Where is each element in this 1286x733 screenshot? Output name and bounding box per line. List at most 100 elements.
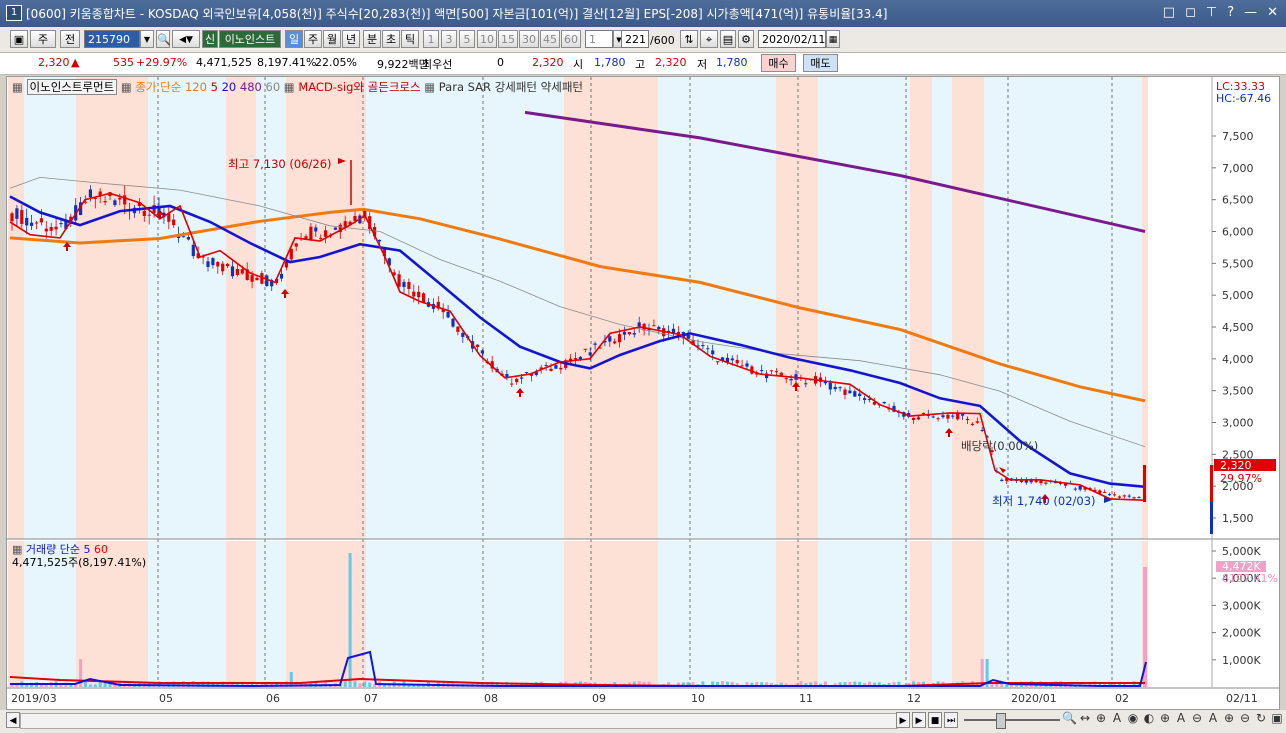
candle-body [735,359,739,364]
legend-ma60[interactable]: 60 [266,80,281,94]
candle-body [20,210,24,224]
tool-icon-4[interactable]: ◉ [1126,711,1140,725]
candle-body [970,423,974,425]
candle-body [314,227,318,232]
candle-body [377,240,382,242]
date-axis-label: 05 [159,692,173,705]
candle-body [407,281,411,289]
tool-icon-8[interactable]: ⊖ [1190,711,1204,725]
candle-body [172,219,176,226]
scroll-right-icon[interactable]: ▶ [912,712,926,728]
legend-stock[interactable]: 이노인스트루먼트 [26,79,118,95]
tool-icon-10[interactable]: ⊕ [1222,711,1236,725]
candle-body [760,370,764,372]
candle-body [1127,495,1131,497]
vol-pct-label: 8197.41% [1222,572,1278,585]
tool-icon-0[interactable]: 🔍 [1062,711,1077,725]
axis-marker-red [1210,465,1213,502]
candle-body [333,227,337,230]
tool-icon-12[interactable]: ↻ [1254,711,1268,725]
candle-body [833,386,837,390]
tool-icon-2[interactable]: ⊕ [1094,711,1108,725]
tool-icon-11[interactable]: ⊖ [1238,711,1252,725]
candle-body [186,237,190,240]
candle-body [221,263,225,272]
candle-body [559,367,563,370]
tool-icon-9[interactable]: A [1206,711,1220,725]
candle-body [921,412,925,414]
candle-body [147,214,151,216]
candle-body [941,415,945,418]
background-bands [8,77,1148,687]
candle-body [123,195,127,205]
volume-axis-label: 3,000K [1222,599,1261,612]
candle-body [191,244,195,257]
scrollbar-track[interactable] [20,713,898,729]
stop-icon[interactable]: ■ [928,712,942,728]
legend-ma20[interactable]: 20 [222,80,237,94]
legend-macd[interactable]: MACD-sig와 골든크로스 [298,80,420,94]
volume-legend-icon: ▦ [12,543,23,556]
zoom-slider[interactable] [964,719,1060,721]
volume-bar [98,681,102,687]
candle-body [226,263,230,267]
candle-body [265,275,269,287]
scroll-left-icon[interactable]: ◀ [6,712,20,728]
date-axis-label: 2020/01 [1011,692,1057,705]
legend-psar-icon: ▦ [424,80,436,94]
legend-ma480[interactable]: 480 [240,80,262,94]
date-axis-label: 02 [1115,692,1129,705]
candle-body [804,383,808,385]
candle-body [573,358,578,360]
last-date-label: 02/11 [1226,692,1258,705]
candle-body [975,421,979,423]
candle-body [711,350,715,355]
legend-weak[interactable]: 약세패턴 [541,80,583,94]
tool-icon-7[interactable]: A [1174,711,1188,725]
candle-body [784,378,788,380]
tool-icon-6[interactable]: ⊕ [1158,711,1172,725]
last-pct-label: 29.97% [1220,472,1262,485]
candle-body [1132,497,1136,499]
volume-axis-label: 5,000K [1222,545,1261,558]
end-icon[interactable]: ⏭ [944,712,958,728]
price-axis-label: 4,500 [1222,321,1254,334]
dividend-annotation: 배당락(0.00%) [961,439,1038,453]
candle-body [515,378,519,383]
volume-bar [84,681,87,687]
date-axis: 2019/03 05 06 07 08 09 10 11 12 2020/01 02 02/11 [11,692,1258,705]
candle-body [1034,480,1038,483]
candle-body [789,379,793,381]
legend-ma120[interactable]: 종가 단순 120 [135,80,207,94]
candle-body [931,416,935,418]
candle-body [936,418,940,420]
volume-ma5[interactable]: 단순 5 [60,543,91,556]
zoom-slider-handle[interactable] [996,713,1006,729]
date-axis-label: 07 [364,692,378,705]
last-price-label: 2,320 [1220,459,1252,472]
candle-body [524,372,529,374]
tool-icon-5[interactable]: ◐ [1142,711,1156,725]
price-axis-label: 3,500 [1222,385,1254,398]
price-axis-label: 5,500 [1222,257,1254,270]
candle-body [1122,495,1126,497]
candle-body [613,341,617,344]
candle-body [451,318,455,327]
legend-ma5[interactable]: 5 [211,80,218,94]
candle-body [593,343,597,345]
tool-icon-1[interactable]: ↔ [1078,711,1092,725]
candle-body [118,197,122,200]
volume-bar [348,553,352,687]
volume-ma60[interactable]: 60 [94,543,108,556]
volume-title[interactable]: 거래량 [26,543,56,556]
candle-body [216,262,220,267]
candle-body [774,371,778,373]
candle-body [627,332,631,335]
tool-icon-13[interactable]: ▣ [1270,711,1284,725]
scroll-play-icon[interactable]: ▶ [896,712,910,728]
legend-psar[interactable]: Para SAR 강세패턴 [439,80,537,94]
date-axis-label: 08 [484,692,498,705]
tool-icon-3[interactable]: A [1110,711,1124,725]
candle-body [25,217,29,226]
candle-body [235,269,239,276]
